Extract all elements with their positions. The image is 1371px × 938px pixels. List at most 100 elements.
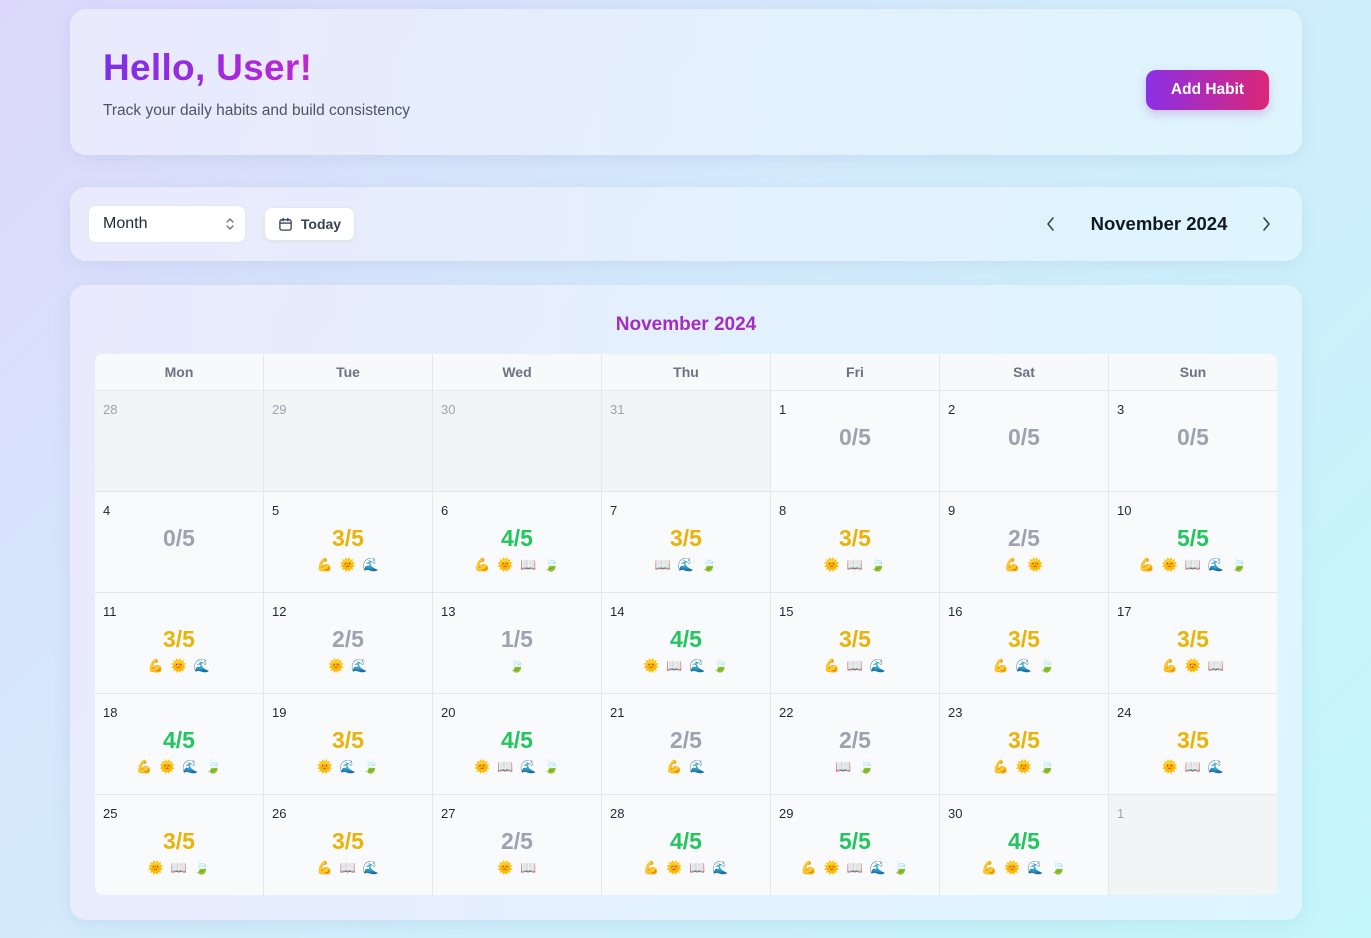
calendar-day-2[interactable]: 2 0/5 xyxy=(940,391,1109,491)
add-habit-button[interactable]: Add Habit xyxy=(1146,70,1269,110)
calendar-day-5[interactable]: 5 3/5 💪 🌞 🌊 xyxy=(264,492,433,592)
day-number: 11 xyxy=(103,604,117,619)
completed-habits-icons: 🍃 xyxy=(433,658,601,673)
view-select[interactable]: Month xyxy=(88,205,246,243)
previous-month-button[interactable] xyxy=(1040,213,1062,235)
completed-habits-icons: 💪 📖 🌊 xyxy=(264,860,432,875)
habit-completion-score: 3/5 xyxy=(163,828,195,854)
view-select-value: Month xyxy=(103,215,148,232)
calendar-day-17[interactable]: 17 3/5 💪 🌞 📖 xyxy=(1109,593,1277,693)
weekday-sat: Sat xyxy=(940,354,1109,390)
calendar-day-24[interactable]: 24 3/5 🌞 📖 🌊 xyxy=(1109,694,1277,794)
completed-habits-icons: 💪 🌞 🌊 🍃 xyxy=(95,759,263,774)
day-number: 16 xyxy=(948,604,963,619)
day-number: 1 xyxy=(779,402,787,417)
leaf-icon: 🍃 xyxy=(712,658,729,673)
habit-completion-score: 0/5 xyxy=(163,525,195,551)
weekday-header-row: Mon Tue Wed Thu Fri Sat Sun xyxy=(95,354,1277,391)
habit-completion-score: 4/5 xyxy=(501,727,533,753)
calendar-day-6[interactable]: 6 4/5 💪 🌞 📖 🍃 xyxy=(433,492,602,592)
calendar-day-1[interactable]: 1 0/5 xyxy=(771,391,940,491)
calendar-day-15[interactable]: 15 3/5 💪 📖 🌊 xyxy=(771,593,940,693)
calendar-day-11[interactable]: 11 3/5 💪 🌞 🌊 xyxy=(95,593,264,693)
sun-icon: 🌞 xyxy=(497,557,514,572)
completed-habits-icons: 💪 🌞 🌊 xyxy=(264,557,432,572)
calendar-day-28[interactable]: 28 4/5 💪 🌞 📖 🌊 xyxy=(602,795,771,895)
calendar-day-23[interactable]: 23 3/5 💪 🌞 🍃 xyxy=(940,694,1109,794)
completed-habits-icons: 🌞 📖 🍃 xyxy=(771,557,939,572)
day-number: 6 xyxy=(441,503,449,518)
day-number: 5 xyxy=(272,503,280,518)
calendar-day-29[interactable]: 29 5/5 💪 🌞 📖 🌊 🍃 xyxy=(771,795,940,895)
habit-completion-score: 3/5 xyxy=(332,525,364,551)
calendar-day-27[interactable]: 27 2/5 🌞 📖 xyxy=(433,795,602,895)
day-number: 14 xyxy=(610,604,625,619)
calendar-day-outside-month[interactable]: 30 xyxy=(433,391,602,491)
today-button[interactable]: Today xyxy=(264,207,355,241)
book-icon: 📖 xyxy=(689,860,706,875)
calendar-day-9[interactable]: 9 2/5 💪 🌞 xyxy=(940,492,1109,592)
header-card: Hello, User! Track your daily habits and… xyxy=(70,9,1302,155)
leaf-icon: 🍃 xyxy=(869,557,887,572)
calendar-day-12[interactable]: 12 2/5 🌞 🌊 xyxy=(264,593,433,693)
habit-completion-score: 3/5 xyxy=(839,525,871,551)
habit-completion-score: 3/5 xyxy=(1008,727,1040,753)
habit-completion-score: 3/5 xyxy=(332,727,364,753)
calendar-day-25[interactable]: 25 3/5 🌞 📖 🍃 xyxy=(95,795,264,895)
wave-icon: 🌊 xyxy=(1027,860,1044,875)
calendar-day-30[interactable]: 30 4/5 💪 🌞 🌊 🍃 xyxy=(940,795,1109,895)
habit-completion-score: 2/5 xyxy=(332,626,364,652)
completed-habits-icons: 📖 🌊 🍃 xyxy=(602,557,770,572)
calendar-day-outside-month[interactable]: 29 xyxy=(264,391,433,491)
muscle-icon: 💪 xyxy=(992,759,1010,774)
leaf-icon: 🍃 xyxy=(1050,860,1067,875)
wave-icon: 🌊 xyxy=(1207,557,1225,572)
day-number: 1 xyxy=(1117,806,1125,821)
calendar-day-7[interactable]: 7 3/5 📖 🌊 🍃 xyxy=(602,492,771,592)
habit-completion-score: 3/5 xyxy=(1177,727,1209,753)
sun-icon: 🌞 xyxy=(1184,658,1202,673)
calendar-day-4[interactable]: 4 0/5 xyxy=(95,492,264,592)
sun-icon: 🌞 xyxy=(474,759,491,774)
habit-completion-score: 2/5 xyxy=(839,727,871,753)
book-icon: 📖 xyxy=(846,860,864,875)
muscle-icon: 💪 xyxy=(800,860,818,875)
book-icon: 📖 xyxy=(1184,759,1202,774)
calendar-day-outside-month[interactable]: 1 xyxy=(1109,795,1277,895)
calendar-day-10[interactable]: 10 5/5 💪 🌞 📖 🌊 🍃 xyxy=(1109,492,1277,592)
muscle-icon: 💪 xyxy=(1004,557,1021,572)
wave-icon: 🌊 xyxy=(869,860,887,875)
leaf-icon: 🍃 xyxy=(543,557,560,572)
day-number: 29 xyxy=(272,402,287,417)
weekday-mon: Mon xyxy=(95,354,264,390)
calendar-day-22[interactable]: 22 2/5 📖 🍃 xyxy=(771,694,940,794)
calendar-day-20[interactable]: 20 4/5 🌞 📖 🌊 🍃 xyxy=(433,694,602,794)
sun-icon: 🌞 xyxy=(1161,557,1179,572)
calendar-day-outside-month[interactable]: 31 xyxy=(602,391,771,491)
muscle-icon: 💪 xyxy=(981,860,998,875)
calendar-day-26[interactable]: 26 3/5 💪 📖 🌊 xyxy=(264,795,433,895)
completed-habits-icons: 🌞 📖 🌊 xyxy=(1109,759,1277,774)
wave-icon: 🌊 xyxy=(1015,658,1033,673)
calendar-day-13[interactable]: 13 1/5 🍃 xyxy=(433,593,602,693)
calendar-toolbar: Month Today November 2024 xyxy=(70,187,1302,261)
completed-habits-icons: 💪 🌞 📖 🌊 xyxy=(602,860,770,875)
calendar-day-16[interactable]: 16 3/5 💪 🌊 🍃 xyxy=(940,593,1109,693)
calendar-day-14[interactable]: 14 4/5 🌞 📖 🌊 🍃 xyxy=(602,593,771,693)
calendar-day-8[interactable]: 8 3/5 🌞 📖 🍃 xyxy=(771,492,940,592)
calendar-day-outside-month[interactable]: 28 xyxy=(95,391,264,491)
wave-icon: 🌊 xyxy=(193,658,211,673)
muscle-icon: 💪 xyxy=(643,860,660,875)
calendar-day-3[interactable]: 3 0/5 xyxy=(1109,391,1277,491)
next-month-button[interactable] xyxy=(1255,213,1277,235)
chevron-left-icon xyxy=(1047,217,1054,231)
calendar-day-18[interactable]: 18 4/5 💪 🌞 🌊 🍃 xyxy=(95,694,264,794)
sun-icon: 🌞 xyxy=(170,658,188,673)
calendar-day-19[interactable]: 19 3/5 🌞 🌊 🍃 xyxy=(264,694,433,794)
day-number: 10 xyxy=(1117,503,1132,518)
calendar-day-21[interactable]: 21 2/5 💪 🌊 xyxy=(602,694,771,794)
day-number: 30 xyxy=(948,806,963,821)
calendar-week-row: 11 3/5 💪 🌞 🌊 12 2/5 🌞 🌊 13 1/5 🍃 14 4/5 🌞 📖 🌊 🍃 15 3/5 💪 📖 🌊 16… xyxy=(95,593,1277,694)
calendar-week-row: 25 3/5 🌞 📖 🍃 26 3/5 💪 📖 🌊 27 2/5 🌞 📖 28 4/5 💪 🌞 📖 🌊 29 5/5 💪 🌞 📖… xyxy=(95,795,1277,895)
leaf-icon: 🍃 xyxy=(892,860,910,875)
